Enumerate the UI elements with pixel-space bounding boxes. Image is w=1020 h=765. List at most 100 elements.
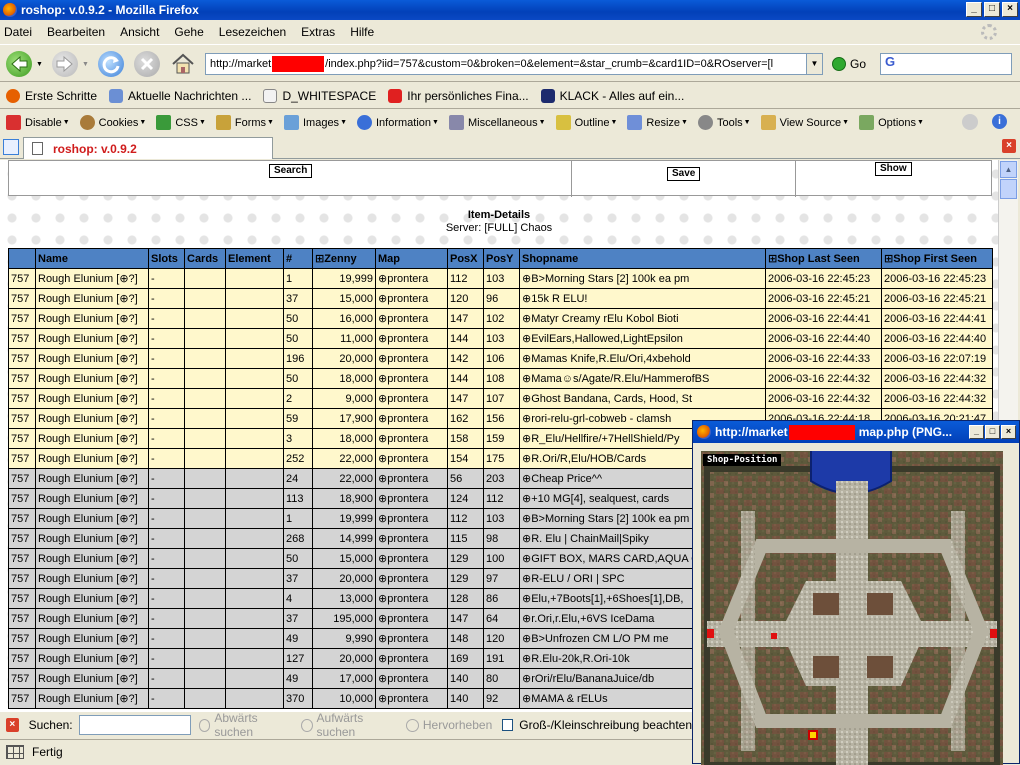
reload-icon[interactable] <box>98 51 124 77</box>
new-tab-icon[interactable] <box>3 139 19 155</box>
bookmark-whitespace[interactable]: D_WHITESPACE <box>263 88 376 103</box>
cell-col-shopname[interactable]: ⊕Ghost Bandana, Cards, Hood, St <box>519 388 766 409</box>
cell-col-map[interactable]: ⊕prontera <box>375 528 448 549</box>
match-case-checkbox[interactable] <box>502 719 514 731</box>
cell-col-map[interactable]: ⊕prontera <box>375 388 448 409</box>
find-input[interactable] <box>78 715 191 735</box>
cell-col-map[interactable]: ⊕prontera <box>375 508 448 529</box>
cell-col-name[interactable]: Rough Elunium [⊕?] <box>35 288 149 309</box>
cell-col-name[interactable]: Rough Elunium [⊕?] <box>35 468 149 489</box>
highlight-button[interactable]: Hervorheben <box>405 718 492 732</box>
back-dropdown-icon[interactable]: ▼ <box>36 61 43 68</box>
cell-col-name[interactable]: Rough Elunium [⊕?] <box>35 648 149 669</box>
popup-minimize-button[interactable]: _ <box>969 425 984 439</box>
bookmark-nachrichten[interactable]: Aktuelle Nachrichten ... <box>109 88 251 103</box>
cell-col-name[interactable]: Rough Elunium [⊕?] <box>35 368 149 389</box>
url-dropdown-icon[interactable]: ▼ <box>806 54 822 74</box>
go-button[interactable]: Go <box>832 57 866 71</box>
cell-col-name[interactable]: Rough Elunium [⊕?] <box>35 348 149 369</box>
cell-col-map[interactable]: ⊕prontera <box>375 488 448 509</box>
validate-check-icon[interactable] <box>962 114 978 130</box>
url-bar[interactable]: http://market /index.php?iid=757&custom=… <box>205 53 823 75</box>
menu-datei[interactable]: Datei <box>4 25 32 39</box>
header-col-zenny[interactable]: ⊞Zenny <box>312 248 376 269</box>
info-icon[interactable]: i <box>992 114 1007 129</box>
cell-col-map[interactable]: ⊕prontera <box>375 408 448 429</box>
cell-col-name[interactable]: Rough Elunium [⊕?] <box>35 668 149 689</box>
google-search-input[interactable]: G <box>880 53 1012 75</box>
bookmark-erste-schritte[interactable]: Erste Schritte <box>6 88 97 103</box>
cell-col-map[interactable]: ⊕prontera <box>375 368 448 389</box>
dev-misc-menu[interactable]: Miscellaneous ▼ <box>448 115 546 130</box>
cell-col-map[interactable]: ⊕prontera <box>375 428 448 449</box>
cell-col-shopname[interactable]: ⊕15k R ELU! <box>519 288 766 309</box>
bookmark-finanzen[interactable]: Ihr persönliches Fina... <box>388 88 529 103</box>
close-tab-icon[interactable]: × <box>1002 139 1016 153</box>
cell-col-name[interactable]: Rough Elunium [⊕?] <box>35 388 149 409</box>
scroll-up-icon[interactable]: ▲ <box>1000 161 1017 178</box>
cell-col-shopname[interactable]: ⊕B>Morning Stars [2] 100k ea pm <box>519 268 766 289</box>
dev-tools-menu[interactable]: Tools ▼ <box>697 115 751 130</box>
cell-col-name[interactable]: Rough Elunium [⊕?] <box>35 448 149 469</box>
cell-col-name[interactable]: Rough Elunium [⊕?] <box>35 628 149 649</box>
cell-col-name[interactable]: Rough Elunium [⊕?] <box>35 308 149 329</box>
cell-col-name[interactable]: Rough Elunium [⊕?] <box>35 608 149 629</box>
cell-col-shopname[interactable]: ⊕EvilEars,Hallowed,LightEpsilon <box>519 328 766 349</box>
cell-col-name[interactable]: Rough Elunium [⊕?] <box>35 688 149 709</box>
dev-cookies-menu[interactable]: Cookies ▼ <box>79 115 146 130</box>
cell-col-name[interactable]: Rough Elunium [⊕?] <box>35 568 149 589</box>
cell-col-map[interactable]: ⊕prontera <box>375 348 448 369</box>
dev-disable-menu[interactable]: Disable ▼ <box>6 115 70 130</box>
cell-col-map[interactable]: ⊕prontera <box>375 688 448 709</box>
tab-roshop[interactable]: roshop: v.0.9.2 <box>23 137 273 159</box>
cell-col-map[interactable]: ⊕prontera <box>375 268 448 289</box>
dev-images-menu[interactable]: Images ▼ <box>283 115 347 130</box>
popup-maximize-button[interactable]: □ <box>985 425 1000 439</box>
home-icon[interactable] <box>170 51 196 77</box>
search-button[interactable]: Search <box>269 164 313 178</box>
header-col-last-seen[interactable]: ⊞Shop Last Seen <box>765 248 882 269</box>
dev-resize-menu[interactable]: Resize ▼ <box>627 115 688 130</box>
header-col-first-seen[interactable]: ⊞Shop First Seen <box>881 248 993 269</box>
cell-col-shopname[interactable]: ⊕Matyr Creamy rElu Kobol Bioti <box>519 308 766 329</box>
cell-col-name[interactable]: Rough Elunium [⊕?] <box>35 508 149 529</box>
minimize-button[interactable]: _ <box>966 2 982 17</box>
cell-col-map[interactable]: ⊕prontera <box>375 288 448 309</box>
cell-col-name[interactable]: Rough Elunium [⊕?] <box>35 408 149 429</box>
cell-col-map[interactable]: ⊕prontera <box>375 328 448 349</box>
dev-options-menu[interactable]: Options ▼ <box>859 115 924 130</box>
cell-col-map[interactable]: ⊕prontera <box>375 308 448 329</box>
map-popup-window[interactable]: http://market map.php (PNG... _ □ × Shop… <box>692 420 1020 765</box>
cell-col-shopname[interactable]: ⊕Mamas Knife,R.Elu/Ori,4xbehold <box>519 348 766 369</box>
scroll-thumb[interactable] <box>1000 179 1017 199</box>
dev-forms-menu[interactable]: Forms ▼ <box>215 115 274 130</box>
dev-css-menu[interactable]: CSS ▼ <box>156 115 206 130</box>
close-button[interactable]: × <box>1002 2 1018 17</box>
cell-col-map[interactable]: ⊕prontera <box>375 648 448 669</box>
forward-dropdown-icon[interactable]: ▼ <box>82 61 89 68</box>
cell-col-map[interactable]: ⊕prontera <box>375 468 448 489</box>
cell-col-map[interactable]: ⊕prontera <box>375 608 448 629</box>
menu-bearbeiten[interactable]: Bearbeiten <box>47 25 105 39</box>
cell-col-map[interactable]: ⊕prontera <box>375 548 448 569</box>
menu-extras[interactable]: Extras <box>301 25 335 39</box>
cell-col-name[interactable]: Rough Elunium [⊕?] <box>35 268 149 289</box>
dev-viewsource-menu[interactable]: View Source ▼ <box>760 115 849 130</box>
dev-information-menu[interactable]: Information ▼ <box>357 115 439 130</box>
cell-col-name[interactable]: Rough Elunium [⊕?] <box>35 328 149 349</box>
cell-col-map[interactable]: ⊕prontera <box>375 628 448 649</box>
cell-col-shopname[interactable]: ⊕Mama☺s/Agate/R.Elu/HammerofBS <box>519 368 766 389</box>
menu-lesezeichen[interactable]: Lesezeichen <box>219 25 286 39</box>
cell-col-map[interactable]: ⊕prontera <box>375 448 448 469</box>
find-up-button[interactable]: Aufwärts suchen <box>300 711 396 739</box>
find-down-button[interactable]: Abwärts suchen <box>198 711 291 739</box>
menu-hilfe[interactable]: Hilfe <box>350 25 374 39</box>
popup-close-button[interactable]: × <box>1001 425 1016 439</box>
menu-gehe[interactable]: Gehe <box>174 25 203 39</box>
cell-col-name[interactable]: Rough Elunium [⊕?] <box>35 528 149 549</box>
maximize-button[interactable]: □ <box>984 2 1000 17</box>
menu-ansicht[interactable]: Ansicht <box>120 25 159 39</box>
cell-col-name[interactable]: Rough Elunium [⊕?] <box>35 588 149 609</box>
forward-icon[interactable] <box>52 51 78 77</box>
show-button[interactable]: Show <box>875 162 912 176</box>
